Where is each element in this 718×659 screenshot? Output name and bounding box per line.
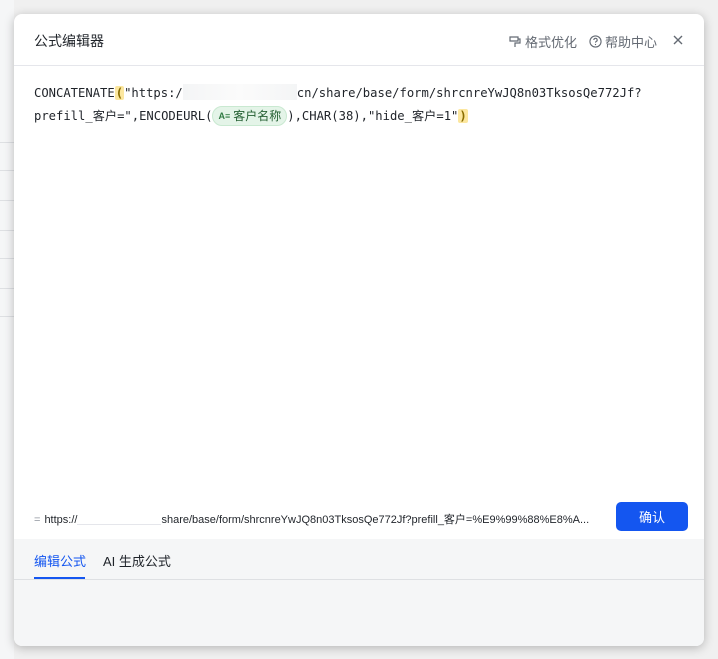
format-optimize-label: 格式优化	[525, 35, 578, 50]
redacted-domain	[182, 84, 297, 100]
string-prefill: prefill_客户=",ENCODEURL(	[34, 109, 213, 123]
help-circle-icon	[589, 35, 602, 48]
divider	[0, 316, 14, 317]
formula-line-1: CONCATENATE("https:/ cn/share/base/form/s…	[34, 82, 684, 105]
format-optimize-button[interactable]: 格式优化	[508, 32, 577, 51]
dialog-title: 公式编辑器	[34, 33, 104, 49]
paint-brush-icon	[509, 35, 521, 47]
divider	[0, 200, 14, 201]
function-concatenate: CONCATENATE	[34, 86, 115, 100]
string-url-path: cn/share/base/form/shrcnreYwJQ8n03TksosQ…	[296, 86, 642, 100]
result-suffix: share/base/form/shrcnreYwJQ8n03TksosQe77…	[161, 514, 590, 526]
formula-input[interactable]: CONCATENATE("https:/ cn/share/base/form/s…	[34, 82, 684, 128]
tab-edit-formula[interactable]: 编辑公式	[34, 551, 86, 570]
help-center-button[interactable]: 帮助中心	[589, 32, 657, 51]
bottom-panel: 编辑公式 AI 生成公式	[14, 539, 704, 646]
close-icon[interactable]	[670, 32, 686, 48]
open-paren: (	[114, 86, 125, 100]
formula-tail: ),CHAR(38),"hide_客户=1"	[287, 109, 459, 123]
tab-bar: 编辑公式 AI 生成公式	[14, 539, 704, 580]
string-url-start: "https:/	[124, 86, 183, 100]
close-paren: )	[458, 109, 468, 123]
divider	[0, 288, 14, 289]
dialog-header: 公式编辑器 格式优化 帮助中心	[14, 14, 704, 66]
result-prefix: https://	[44, 514, 78, 526]
equals-sign: =	[34, 514, 41, 526]
help-center-label: 帮助中心	[605, 35, 658, 50]
field-chip-customer-name[interactable]: A≡ 客户名称	[212, 106, 288, 126]
result-preview: = https:// share/base/form/shrcnreYwJQ8n03…	[34, 511, 594, 527]
divider	[0, 170, 14, 171]
formula-editor-dialog: 公式编辑器 格式优化 帮助中心 CONCATENATE("https:/ cn/s…	[14, 14, 704, 646]
background-app-strip	[0, 0, 14, 659]
field-chip-label: 客户名称	[233, 109, 282, 123]
divider	[0, 230, 14, 231]
divider	[0, 258, 14, 259]
divider	[0, 142, 14, 143]
confirm-button[interactable]: 确认	[616, 502, 688, 531]
redacted-result-domain	[77, 511, 162, 525]
text-field-icon: A≡	[218, 111, 231, 121]
active-tab-indicator	[34, 577, 85, 579]
tab-ai-generate-formula[interactable]: AI 生成公式	[103, 551, 171, 570]
formula-line-2: prefill_客户=",ENCODEURL(A≡ 客户名称),CHAR(38),…	[34, 105, 684, 128]
